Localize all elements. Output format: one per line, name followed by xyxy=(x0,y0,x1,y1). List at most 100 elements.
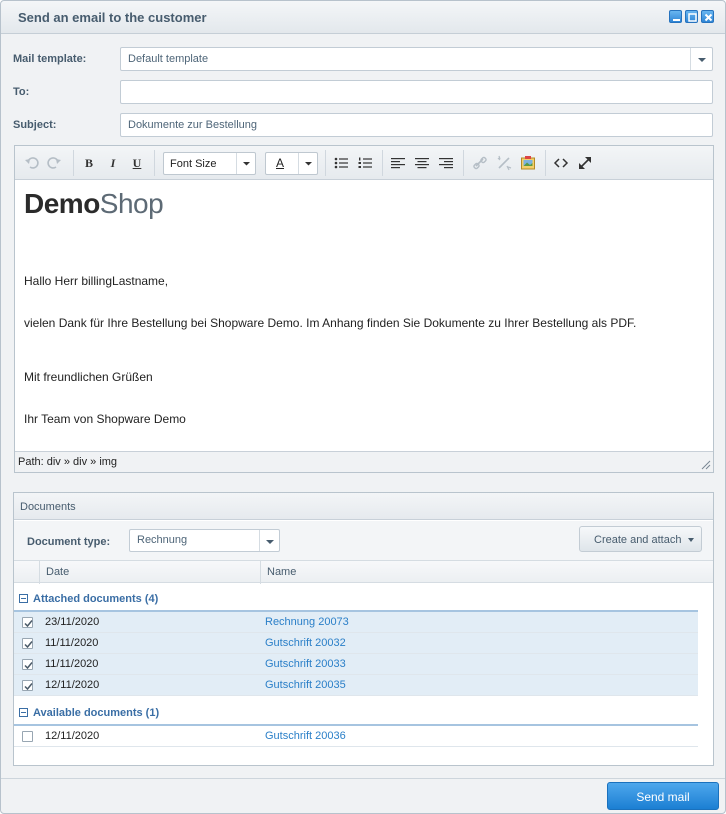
collapse-icon[interactable] xyxy=(19,708,28,717)
greeting-line: Hallo Herr billingLastname, xyxy=(24,274,169,288)
editor-statusbar: Path: div » div » img xyxy=(15,451,713,472)
minimize-button[interactable] xyxy=(669,10,682,23)
link-icon[interactable] xyxy=(472,155,488,171)
row-date: 23/11/2020 xyxy=(45,616,100,628)
column-date[interactable]: Date xyxy=(39,561,260,584)
footer-divider xyxy=(1,778,725,779)
to-field[interactable] xyxy=(120,80,713,104)
row-checkbox[interactable] xyxy=(22,638,33,649)
chevron-down-icon[interactable] xyxy=(298,153,317,174)
document-type-select[interactable]: Rechnung xyxy=(129,529,280,552)
subject-value: Dokumente zur Bestellung xyxy=(128,119,258,131)
table-row[interactable]: 12/11/2020 Gutschrift 20036 xyxy=(14,726,698,747)
subject-field[interactable]: Dokumente zur Bestellung xyxy=(120,113,713,137)
source-code-icon[interactable] xyxy=(553,155,569,171)
row-name-link[interactable]: Gutschrift 20032 xyxy=(265,637,346,649)
align-right-icon[interactable] xyxy=(438,155,454,171)
row-date: 12/11/2020 xyxy=(45,730,100,742)
row-date: 11/11/2020 xyxy=(45,658,99,670)
unlink-icon[interactable] xyxy=(496,155,512,171)
signature-line: Ihr Team von Shopware Demo xyxy=(24,412,186,426)
subject-label: Subject: xyxy=(13,119,57,131)
toolbar-separator xyxy=(382,150,383,176)
fullscreen-icon[interactable] xyxy=(577,155,593,171)
text-color-icon: A xyxy=(276,156,285,170)
logo-light: Shop xyxy=(99,188,164,219)
toolbar-separator xyxy=(325,150,326,176)
checkmark-icon xyxy=(24,620,33,628)
table-row[interactable]: 23/11/2020 Rechnung 20073 xyxy=(14,612,698,633)
document-type-label: Document type: xyxy=(27,536,111,548)
toolbar-separator xyxy=(154,150,155,176)
text-color-select[interactable]: A xyxy=(265,152,318,175)
create-and-attach-button[interactable]: Create and attach xyxy=(579,526,702,552)
mail-template-value: Default template xyxy=(128,53,209,65)
element-path: Path: div » div » img xyxy=(18,456,118,468)
send-mail-label: Send mail xyxy=(636,790,690,804)
documents-grid-header: Date Name xyxy=(14,560,713,584)
chevron-down-icon[interactable] xyxy=(236,153,255,174)
font-size-select[interactable]: Font Size xyxy=(163,152,256,175)
close-icon xyxy=(704,13,713,22)
window-title: Send an email to the customer xyxy=(18,10,207,25)
align-left-icon[interactable] xyxy=(390,155,406,171)
caret-down-icon xyxy=(688,538,694,542)
closing-line: Mit freundlichen Grüßen xyxy=(24,370,153,384)
editor-toolbar: B I U Font Size A xyxy=(15,146,713,180)
mail-template-select[interactable]: Default template xyxy=(120,47,713,71)
toolbar-separator xyxy=(463,150,464,176)
body-line: vielen Dank für Ihre Bestellung bei Shop… xyxy=(24,316,637,330)
collapse-icon[interactable] xyxy=(19,594,28,603)
row-name-link[interactable]: Gutschrift 20035 xyxy=(265,679,346,691)
maximize-icon xyxy=(688,13,697,22)
documents-header: Documents xyxy=(14,493,713,520)
html-editor: B I U Font Size A DemoShop Hallo Herr bi… xyxy=(14,145,714,473)
documents-toolbar: Document type: Rechnung Create and attac… xyxy=(14,521,713,560)
toolbar-separator xyxy=(545,150,546,176)
document-type-value: Rechnung xyxy=(137,534,188,546)
bullet-list-icon[interactable] xyxy=(333,155,349,171)
row-date: 12/11/2020 xyxy=(45,679,100,691)
create-button-label: Create and attach xyxy=(594,534,682,546)
demoshop-logo: DemoShop xyxy=(24,188,164,220)
chevron-down-icon[interactable] xyxy=(690,48,712,70)
bold-button[interactable]: B xyxy=(81,155,97,171)
table-row[interactable]: 11/11/2020 Gutschrift 20032 xyxy=(14,633,698,654)
table-row[interactable]: 12/11/2020 Gutschrift 20035 xyxy=(14,675,698,696)
row-date: 11/11/2020 xyxy=(45,637,99,649)
logo-bold: Demo xyxy=(24,188,100,219)
align-center-icon[interactable] xyxy=(414,155,430,171)
font-size-value: Font Size xyxy=(170,158,217,170)
email-window: Send an email to the customer Mail templ… xyxy=(0,0,726,814)
minimize-icon xyxy=(673,19,680,21)
checkmark-icon xyxy=(24,683,33,691)
row-name-link[interactable]: Gutschrift 20033 xyxy=(265,658,346,670)
redo-icon[interactable] xyxy=(46,155,62,171)
numbered-list-icon[interactable] xyxy=(357,155,373,171)
insert-image-icon[interactable] xyxy=(520,155,536,171)
to-label: To: xyxy=(13,86,30,98)
row-checkbox[interactable] xyxy=(22,680,33,691)
row-checkbox[interactable] xyxy=(22,731,33,742)
undo-icon[interactable] xyxy=(24,155,40,171)
close-button[interactable] xyxy=(701,10,714,23)
underline-button[interactable]: U xyxy=(129,155,145,171)
send-mail-button[interactable]: Send mail xyxy=(607,782,719,810)
checkmark-icon xyxy=(24,662,33,670)
row-checkbox[interactable] xyxy=(22,617,33,628)
italic-button[interactable]: I xyxy=(105,155,121,171)
column-name[interactable]: Name xyxy=(260,561,713,584)
chevron-down-icon[interactable] xyxy=(259,530,279,551)
checkmark-icon xyxy=(24,641,33,649)
row-name-link[interactable]: Gutschrift 20036 xyxy=(265,730,346,742)
row-name-link[interactable]: Rechnung 20073 xyxy=(265,616,349,628)
documents-title: Documents xyxy=(20,501,76,513)
mail-template-label: Mail template: xyxy=(13,53,87,65)
row-checkbox[interactable] xyxy=(22,659,33,670)
resize-handle-icon[interactable] xyxy=(701,460,711,470)
table-row[interactable]: 11/11/2020 Gutschrift 20033 xyxy=(14,654,698,675)
maximize-button[interactable] xyxy=(685,10,698,23)
documents-panel: Documents Document type: Rechnung Create… xyxy=(13,492,714,766)
editor-content[interactable]: DemoShop Hallo Herr billingLastname, vie… xyxy=(15,181,713,451)
toolbar-separator xyxy=(73,150,74,176)
